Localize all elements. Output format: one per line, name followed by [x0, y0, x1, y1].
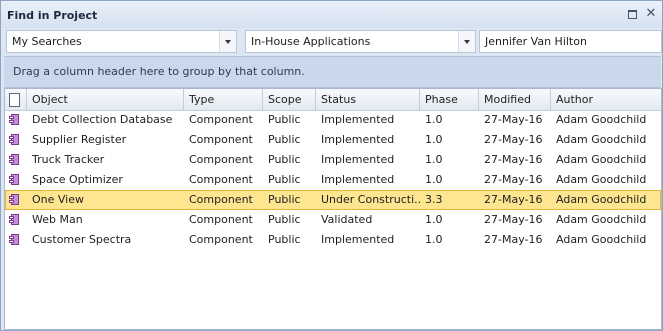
- cell-author: Adam Goodchild: [556, 233, 647, 246]
- cell-phase: 1.0: [425, 173, 443, 186]
- component-icon: [9, 233, 21, 246]
- cell-modified: 27-May-16: [484, 113, 543, 126]
- column-header-author[interactable]: Author: [551, 89, 661, 110]
- cell-type: Component: [189, 173, 253, 186]
- header-icon-column[interactable]: [5, 89, 27, 110]
- cell-scope: Public: [268, 193, 301, 206]
- column-header-object[interactable]: Object: [27, 89, 184, 110]
- cell-status: Implemented: [321, 133, 395, 146]
- component-icon: [9, 193, 21, 206]
- cell-author: Adam Goodchild: [556, 173, 647, 186]
- cell-scope: Public: [268, 173, 301, 186]
- cell-scope: Public: [268, 213, 301, 226]
- cell-author: Adam Goodchild: [556, 133, 647, 146]
- cell-modified: 27-May-16: [484, 173, 543, 186]
- document-icon: [9, 93, 20, 107]
- cell-modified: 27-May-16: [484, 133, 543, 146]
- table-row[interactable]: Space Optimizer Component Public Implemente…: [5, 170, 661, 190]
- table-row[interactable]: Web Man Component Public Validated 1.0 27-May…: [5, 210, 661, 230]
- author-field[interactable]: Jennifer Van Hilton: [479, 30, 662, 53]
- window-title: Find in Project: [7, 9, 98, 22]
- cell-status: Implemented: [321, 153, 395, 166]
- cell-type: Component: [189, 113, 253, 126]
- search-select[interactable]: My Searches: [6, 30, 237, 53]
- cell-modified: 27-May-16: [484, 193, 543, 206]
- cell-modified: 27-May-16: [484, 153, 543, 166]
- table-row[interactable]: Debt Collection Database Component Public I…: [5, 110, 661, 130]
- cell-phase: 3.3: [425, 193, 443, 206]
- cell-object: Customer Spectra: [32, 233, 132, 246]
- component-icon: [9, 113, 21, 126]
- component-icon: [9, 133, 21, 146]
- cell-status: Implemented: [321, 173, 395, 186]
- cell-status: Implemented: [321, 233, 395, 246]
- cell-object: Web Man: [32, 213, 83, 226]
- cell-phase: 1.0: [425, 213, 443, 226]
- author-field-value: Jennifer Van Hilton: [485, 35, 587, 48]
- cell-status: Under Constructi...: [321, 193, 420, 206]
- table-row[interactable]: Customer Spectra Component Public Implement…: [5, 230, 661, 250]
- table-row[interactable]: Supplier Register Component Public Implemen…: [5, 130, 661, 150]
- cell-author: Adam Goodchild: [556, 213, 647, 226]
- cell-modified: 27-May-16: [484, 233, 543, 246]
- cell-scope: Public: [268, 233, 301, 246]
- cell-object: Debt Collection Database: [32, 113, 173, 126]
- cell-author: Adam Goodchild: [556, 153, 647, 166]
- cell-object: Truck Tracker: [32, 153, 105, 166]
- cell-type: Component: [189, 213, 253, 226]
- cell-type: Component: [189, 153, 253, 166]
- column-header-modified[interactable]: Modified: [479, 89, 551, 110]
- cell-modified: 27-May-16: [484, 213, 543, 226]
- cell-author: Adam Goodchild: [556, 113, 647, 126]
- grid-header: Object Type Scope Status Phase Modified …: [5, 89, 661, 111]
- cell-status: Implemented: [321, 113, 395, 126]
- filter-bar: My Searches In-House Applications Jennif…: [1, 28, 662, 55]
- component-icon: [9, 213, 21, 226]
- cell-phase: 1.0: [425, 133, 443, 146]
- column-header-status[interactable]: Status: [316, 89, 420, 110]
- cell-phase: 1.0: [425, 113, 443, 126]
- column-header-scope[interactable]: Scope: [263, 89, 316, 110]
- cell-type: Component: [189, 233, 253, 246]
- area-select-value: In-House Applications: [251, 35, 371, 48]
- component-icon: [9, 173, 21, 186]
- search-select-value: My Searches: [12, 35, 82, 48]
- column-header-phase[interactable]: Phase: [420, 89, 479, 110]
- cell-scope: Public: [268, 133, 301, 146]
- cell-phase: 1.0: [425, 153, 443, 166]
- find-in-project-window: Find in Project ✕ My Searches In-House A…: [0, 0, 663, 331]
- cell-scope: Public: [268, 113, 301, 126]
- column-header-type[interactable]: Type: [184, 89, 263, 110]
- cell-object: Space Optimizer: [32, 173, 123, 186]
- cell-type: Component: [189, 193, 253, 206]
- group-by-bar[interactable]: Drag a column header here to group by th…: [4, 56, 661, 88]
- table-row[interactable]: Truck Tracker Component Public Implemented 1…: [5, 150, 661, 170]
- results-grid: Object Type Scope Status Phase Modified …: [4, 88, 662, 330]
- chevron-down-icon[interactable]: [458, 31, 475, 52]
- area-select[interactable]: In-House Applications: [245, 30, 476, 53]
- component-icon: [9, 153, 21, 166]
- cell-scope: Public: [268, 153, 301, 166]
- chevron-down-icon[interactable]: [219, 31, 236, 52]
- cell-status: Validated: [321, 213, 373, 226]
- close-icon[interactable]: ✕: [644, 7, 658, 21]
- table-row[interactable]: One View Component Public Under Constructi.…: [5, 190, 661, 210]
- title-bar: Find in Project ✕: [1, 1, 662, 28]
- maximize-icon[interactable]: [625, 7, 639, 21]
- group-by-hint: Drag a column header here to group by th…: [13, 65, 305, 78]
- cell-object: Supplier Register: [32, 133, 127, 146]
- cell-object: One View: [32, 193, 84, 206]
- cell-type: Component: [189, 133, 253, 146]
- cell-phase: 1.0: [425, 233, 443, 246]
- cell-author: Adam Goodchild: [556, 193, 647, 206]
